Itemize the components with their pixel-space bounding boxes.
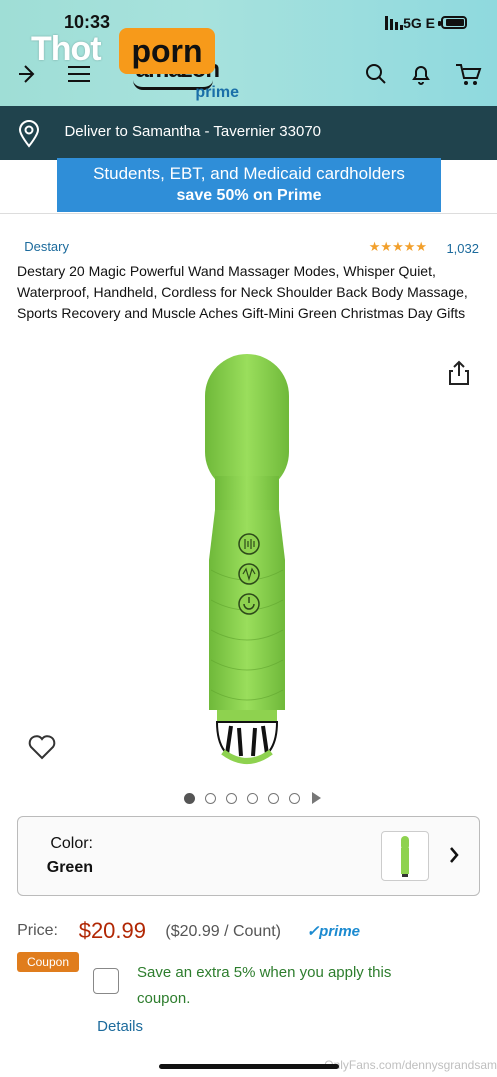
price-value: $20.99 [79, 918, 147, 943]
prime-badge: ✓prime [307, 923, 361, 940]
unit-price: ($20.99 / Count) [165, 923, 281, 940]
delivery-bar[interactable]: Deliver to Samantha - Tavernier 33070 [0, 106, 497, 160]
promo-line-2: save 50% on Prime [176, 187, 322, 204]
color-selector[interactable]: Color: Green [17, 816, 480, 896]
divider [0, 213, 497, 214]
price-row: Price: $20.99 ($20.99 / Count) ✓prime [17, 918, 367, 946]
heart-icon[interactable] [27, 733, 57, 761]
watermark-logo: Thot porn [31, 28, 217, 74]
network-label: 5G E [403, 15, 435, 31]
prime-promo-banner[interactable]: Students, EBT, and Medicaid cardholders … [57, 158, 441, 212]
watermark-text-left: Thot [31, 30, 101, 68]
rating-stars[interactable]: ★★★★★ [369, 239, 427, 255]
color-swatch[interactable] [381, 831, 429, 881]
share-icon[interactable] [447, 360, 471, 386]
chevron-right-icon [450, 847, 459, 863]
battery-icon [441, 16, 467, 29]
carousel-dot-active[interactable] [184, 792, 195, 804]
product-page: 10:33 5G E amazon prime [0, 0, 497, 1077]
search-icon[interactable] [359, 58, 391, 90]
footer-watermark: OnlyFans.com/dennysgrandsam [324, 1058, 497, 1072]
carousel-dot[interactable] [205, 792, 216, 804]
carousel-dot[interactable] [268, 792, 279, 804]
play-icon[interactable] [312, 792, 321, 804]
carousel-dots[interactable] [184, 791, 321, 805]
watermark-text-right: porn [119, 28, 215, 74]
rating-count[interactable]: 1,032 [446, 241, 479, 256]
delivery-text: Deliver to Samantha - Tavernier 33070 [64, 123, 321, 140]
carousel-dot[interactable] [247, 792, 258, 804]
signal-icon [385, 14, 403, 30]
coupon-text[interactable]: Save an extra 5% when you apply this cou… [137, 960, 447, 1012]
price-label: Price: [17, 922, 58, 939]
cart-icon[interactable] [453, 58, 485, 90]
product-title: Destary 20 Magic Powerful Wand Massager … [17, 263, 468, 321]
top-header: 10:33 5G E amazon prime [0, 0, 497, 106]
product-image[interactable] [187, 350, 307, 770]
promo-line-1: Students, EBT, and Medicaid cardholders [93, 164, 405, 183]
carousel-dot[interactable] [226, 792, 237, 804]
brand-link[interactable]: Destary [24, 239, 69, 254]
location-pin-icon [18, 120, 40, 148]
details-link[interactable]: Details [97, 1018, 143, 1035]
coupon-checkbox[interactable] [93, 968, 119, 994]
home-indicator[interactable] [159, 1064, 339, 1069]
carousel-dot[interactable] [289, 792, 300, 804]
color-value: Green [46, 859, 93, 876]
logo-prime-text: prime [195, 84, 239, 101]
bell-icon[interactable] [405, 58, 437, 90]
color-label: Color: [50, 835, 93, 852]
coupon-badge: Coupon [17, 952, 79, 972]
